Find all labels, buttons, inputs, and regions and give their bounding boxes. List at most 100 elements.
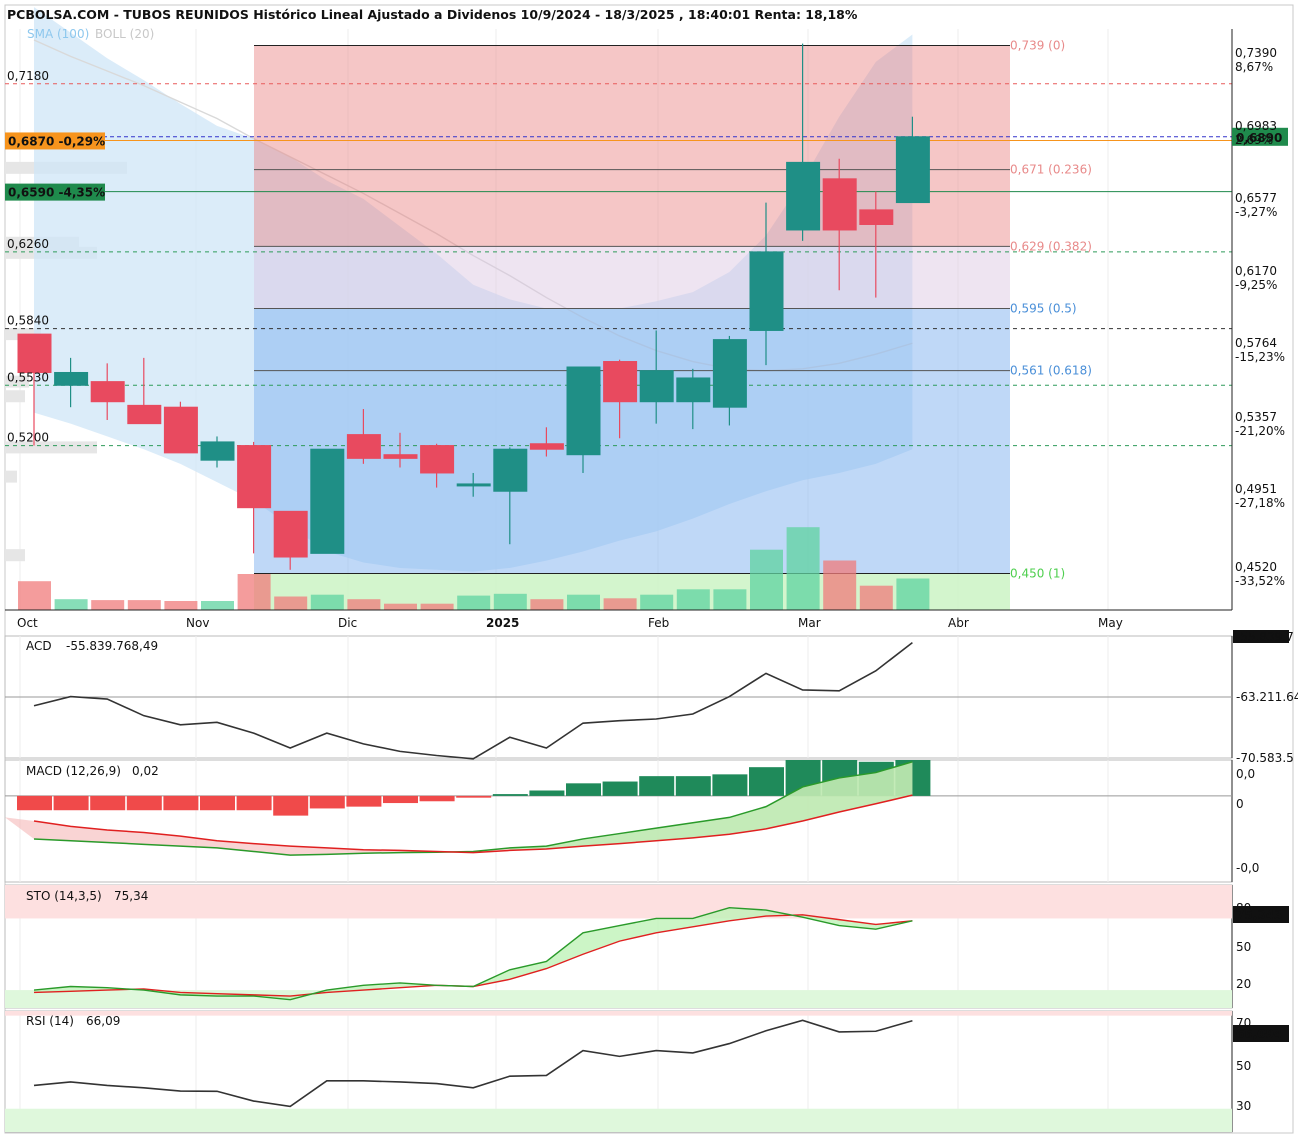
candle-body [456,483,491,487]
macd-histogram-bar [346,795,382,807]
price-tag-label: 0,6870 -0,29% [8,134,105,148]
macd-histogram-bar [419,795,455,802]
macd-tick: -0,0 [1236,861,1259,875]
candle-body [639,370,674,403]
macd-value: 0,02 [132,764,159,778]
rsi-value: 66,09 [86,1014,120,1028]
fib-label: 0,629 (0.382) [1010,239,1092,253]
volume-profile-bar [5,470,17,483]
candle-body [786,161,821,231]
level-label: 0,6260 [7,237,49,251]
candle-body [310,448,345,554]
volume-bar [750,549,783,610]
volume-bar [859,585,893,610]
y-tick-pct: 8,67% [1235,60,1273,74]
volume-bar [786,527,820,610]
sto-overbought-zone [5,885,1232,919]
y-tick-pct: -21,20% [1235,424,1285,438]
fib-zone-mid [254,246,1010,309]
candle-body [383,454,418,459]
macd-histogram-bar [712,774,748,796]
candle-body [749,251,784,331]
level-label: 0,5840 [7,314,49,328]
macd-histogram-bar [126,795,162,811]
acd-tick: -70.583.5 [1236,751,1294,765]
sto-tick: 20 [1236,977,1251,991]
volume-bar [567,594,600,610]
x-tick-label: Oct [17,616,38,630]
volume-bar [274,596,308,610]
candle-body [273,510,308,558]
boll-label: BOLL (20) [95,27,154,41]
x-tick-label: Mar [798,616,821,630]
macd-histogram-bar [456,795,492,798]
x-tick-label: Feb [648,616,669,630]
macd-histogram-bar [309,795,345,809]
volume-bar [127,600,161,610]
x-tick-label: Abr [948,616,969,630]
macd-tick: 0 [1236,797,1244,811]
y-tick-pct: -3,27% [1235,205,1277,219]
level-label: 0,7180 [7,69,49,83]
candle-body [712,339,747,408]
volume-profile-bar [5,390,25,403]
volume-profile-bar [5,549,25,562]
candle-body [566,366,601,456]
y-tick-price: 0,4951 [1235,482,1277,496]
volume-bar [201,601,234,610]
macd-histogram-bar [17,795,52,811]
macd-histogram-bar [90,795,126,811]
y-tick-price: 0,5764 [1235,336,1277,350]
volume-bar [237,574,271,610]
level-label: 0,5530 [7,370,49,384]
volume-bar [640,594,674,610]
y-tick-price: 0,6577 [1235,191,1277,205]
macd-histogram-bar [200,795,235,811]
candle-body [859,209,894,225]
candle-body [529,443,564,450]
y-tick-pct: -9,25% [1235,278,1277,292]
macd-name: MACD (12,26,9) [26,764,121,778]
macd-histogram-bar [529,790,565,796]
volume-bar [420,603,454,610]
candle-body [493,448,528,492]
y-tick-price: 0,5357 [1235,410,1277,424]
acd-tick: -55.839.7 [1236,630,1294,644]
y-tick-price: 0,6170 [1235,264,1277,278]
volume-bar [384,603,417,610]
rsi-tick: 30 [1236,1099,1251,1113]
acd-value: -55.839.768,49 [66,639,158,653]
macd-histogram-bar [383,795,418,804]
fib-label: 0,450 (1) [1010,566,1065,580]
fib-label: 0,671 (0.236) [1010,163,1092,177]
sto-last-value: 75,343 [1236,908,1282,922]
candle-body [822,178,857,231]
sma-label: SMA (100) [27,27,89,41]
candle-body [420,445,455,474]
volume-bar [493,593,527,610]
x-tick-label: 2025 [486,616,519,630]
macd-histogram-bar [273,795,309,816]
macd-histogram-bar [566,783,601,796]
candle-body [895,136,930,204]
sto-tick: 50 [1236,940,1251,954]
macd-histogram-bar [163,795,199,811]
rsi-tick: 50 [1236,1059,1251,1073]
macd-histogram-bar [492,794,528,796]
last-price-value: 0,6890 [1236,131,1282,145]
rsi-overbought-zone [5,1011,1232,1016]
chart-title: PCBOLSA.COM - TUBOS REUNIDOS Histórico L… [7,7,858,22]
candle-body [346,434,381,459]
level-label: 0,5200 [7,431,49,445]
indicator-panels [4,630,1289,1133]
indicator-frame [4,759,1233,883]
volume-bar [18,581,51,610]
candle-body [200,441,235,461]
candle-body [163,406,198,454]
macd-histogram-bar [675,776,711,796]
candle-body [90,381,125,403]
candle-body [127,404,162,425]
volume-bar [457,595,491,610]
volume-bar [347,599,381,610]
macd-histogram-bar [639,776,675,796]
